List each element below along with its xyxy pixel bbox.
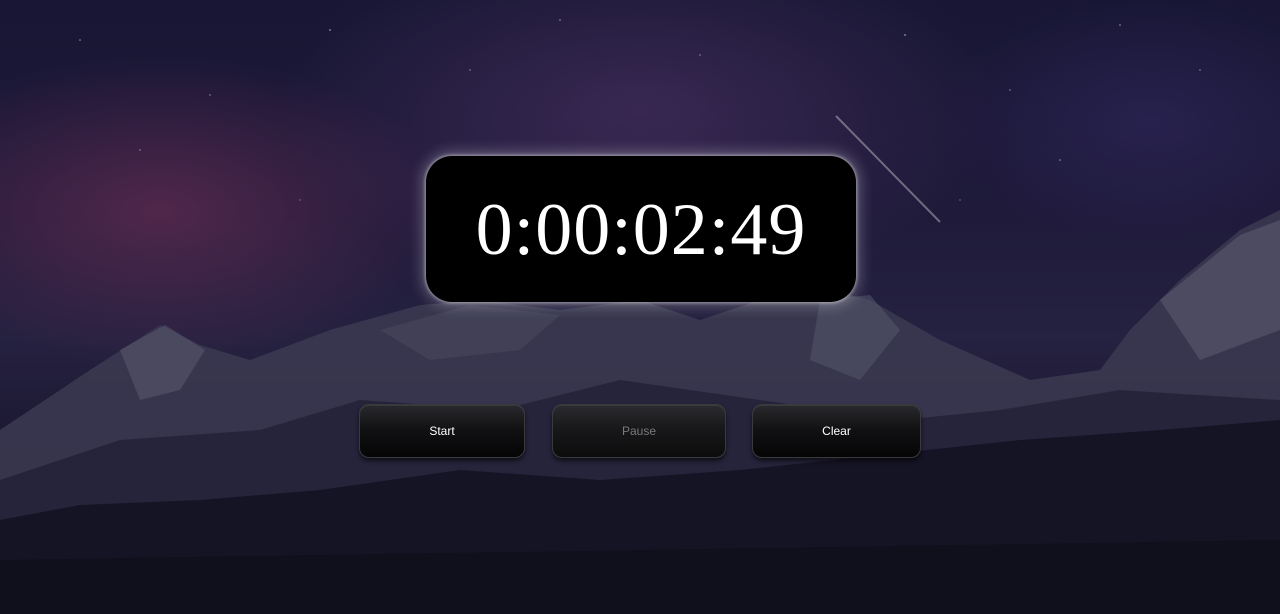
clear-button[interactable]: Clear [752, 404, 921, 458]
start-button[interactable]: Start [359, 404, 525, 458]
pause-button[interactable]: Pause [552, 404, 726, 458]
timer-display: 0:00:02:49 [426, 156, 856, 302]
mountain-landscape-illustration [0, 19, 1280, 614]
elapsed-time: 0:00:02:49 [475, 189, 807, 271]
night-mountain-background [0, 0, 1280, 614]
